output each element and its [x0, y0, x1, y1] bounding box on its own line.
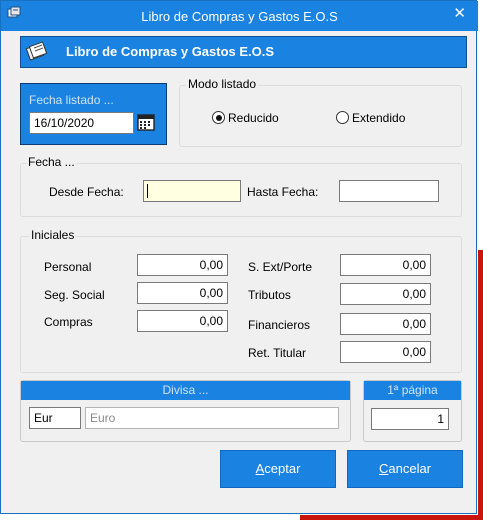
hasta-fecha-label: Hasta Fecha:	[247, 185, 319, 199]
hasta-fecha-input[interactable]	[339, 180, 439, 202]
header-banner: Libro de Compras y Gastos E.O.S	[20, 36, 467, 68]
close-icon[interactable]: ✕	[453, 4, 466, 22]
modo-listado-label: Modo listado	[186, 77, 259, 91]
cancelar-label: ancelar	[388, 461, 432, 476]
s-ext-porte-label: S. Ext/Porte	[248, 260, 313, 274]
aceptar-mnemonic: A	[255, 461, 265, 476]
book-icon	[25, 41, 48, 61]
personal-label: Personal	[44, 260, 92, 274]
desde-fecha-input[interactable]	[143, 180, 241, 202]
financieros-input[interactable]: 0,00	[340, 313, 431, 335]
tributos-label: Tributos	[248, 288, 291, 302]
compras-input[interactable]: 0,00	[137, 310, 228, 332]
aceptar-label: ceptar	[264, 461, 301, 476]
fecha-listado-input[interactable]: 16/10/2020	[29, 112, 134, 134]
tributos-input[interactable]: 0,00	[340, 283, 431, 305]
ret-titular-input[interactable]: 0,00	[340, 341, 431, 363]
seg-social-input[interactable]: 0,00	[137, 282, 228, 304]
radio-reducido-indicator[interactable]	[212, 111, 225, 124]
divisa-code-input[interactable]: Eur	[29, 407, 81, 429]
background-window-edge-right	[478, 250, 483, 520]
radio-reducido[interactable]: Reducido	[212, 111, 302, 127]
primera-pagina-input[interactable]: 1	[371, 408, 449, 430]
radio-reducido-label[interactable]: Reducido	[228, 111, 279, 125]
compras-label: Compras	[44, 315, 93, 329]
banner-title: Libro de Compras y Gastos E.O.S	[66, 44, 275, 59]
title-bar[interactable]: Libro de Compras y Gastos E.O.S ✕	[1, 1, 478, 31]
aceptar-button[interactable]: Aceptar	[220, 450, 336, 488]
iniciales-label: Iniciales	[29, 228, 77, 242]
fecha-listado-panel: Fecha listado ... 16/10/2020	[20, 83, 167, 145]
calendar-icon[interactable]	[137, 113, 155, 131]
ret-titular-label: Ret. Titular	[248, 346, 307, 360]
cancelar-button[interactable]: Cancelar	[347, 450, 463, 488]
s-ext-porte-input[interactable]: 0,00	[340, 254, 431, 276]
radio-extendido-indicator[interactable]	[336, 111, 349, 124]
divisa-header: Divisa ...	[21, 381, 350, 400]
primera-pagina-header: 1ª página	[364, 381, 461, 400]
fecha-listado-label: Fecha listado ...	[29, 93, 114, 107]
financieros-label: Financieros	[248, 318, 311, 332]
personal-input[interactable]: 0,00	[137, 254, 228, 276]
desde-fecha-label: Desde Fecha:	[49, 185, 124, 199]
text-caret	[147, 184, 148, 198]
background-window-edge-bottom	[300, 515, 483, 520]
radio-extendido[interactable]: Extendido	[336, 111, 426, 127]
cancelar-mnemonic: C	[378, 461, 389, 476]
dialog-window: Libro de Compras y Gastos E.O.S ✕ Libro …	[0, 0, 478, 514]
divisa-name-input: Euro	[85, 407, 339, 429]
seg-social-label: Seg. Social	[44, 288, 105, 302]
fecha-label: Fecha ...	[26, 155, 77, 169]
radio-extendido-label[interactable]: Extendido	[352, 111, 405, 125]
window-title: Libro de Compras y Gastos E.O.S	[141, 9, 338, 24]
